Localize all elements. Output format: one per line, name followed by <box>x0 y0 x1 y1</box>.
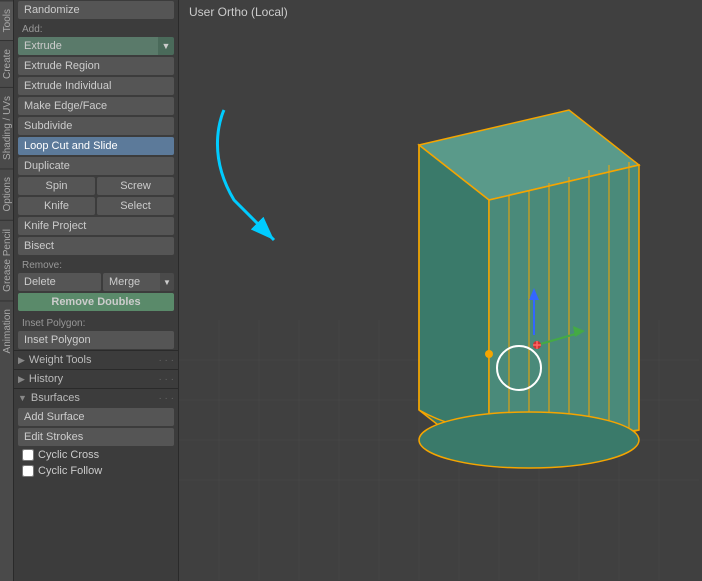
tab-options[interactable]: Options <box>0 168 13 219</box>
history-section[interactable]: ▶ History · · · <box>14 369 178 388</box>
spin-button[interactable]: Spin <box>18 177 95 195</box>
remove-label: Remove: <box>14 256 178 272</box>
extrude-region-button[interactable]: Extrude Region <box>18 57 174 75</box>
extrude-individual-button[interactable]: Extrude Individual <box>18 77 174 95</box>
delete-button[interactable]: Delete <box>18 273 101 291</box>
spin-screw-row: Spin Screw <box>18 177 174 195</box>
bsurfaces-section[interactable]: ▼ Bsurfaces · · · <box>14 388 178 407</box>
viewport-scene <box>179 0 702 581</box>
cyclic-cross-checkbox[interactable] <box>22 449 34 461</box>
viewport[interactable]: User Ortho (Local) <box>179 0 702 581</box>
sidebar-panel: Randomize Add: Extrude ▼ Extrude Region … <box>14 0 179 581</box>
inset-polygon-label: Inset Polygon: <box>14 314 178 330</box>
weight-tools-label: Weight Tools <box>29 354 159 366</box>
cyclic-follow-row: Cyclic Follow <box>14 463 178 479</box>
select-button[interactable]: Select <box>97 197 174 215</box>
make-edge-face-button[interactable]: Make Edge/Face <box>18 97 174 115</box>
extrude-arrow-button[interactable]: ▼ <box>158 37 174 55</box>
weight-tools-section[interactable]: ▶ Weight Tools · · · <box>14 350 178 369</box>
cyclic-follow-checkbox[interactable] <box>22 465 34 477</box>
merge-button[interactable]: Merge <box>103 273 160 291</box>
cyclic-cross-row: Cyclic Cross <box>14 447 178 463</box>
subdivide-button[interactable]: Subdivide <box>18 117 174 135</box>
tab-animation[interactable]: Animation <box>0 300 13 361</box>
delete-merge-row: Delete Merge ▼ <box>18 273 174 291</box>
add-label: Add: <box>14 20 178 36</box>
tab-grease-pencil[interactable]: Grease Pencil <box>0 220 13 300</box>
bsurfaces-dots: · · · <box>158 393 174 404</box>
edit-strokes-button[interactable]: Edit Strokes <box>18 428 174 446</box>
remove-doubles-button[interactable]: Remove Doubles <box>18 293 174 311</box>
merge-btn-wrap: Merge ▼ <box>103 273 174 291</box>
cyclic-cross-label: Cyclic Cross <box>38 449 99 461</box>
inset-section: Inset Polygon: Inset Polygon <box>14 314 178 350</box>
viewport-header: User Ortho (Local) <box>189 5 288 19</box>
bisect-button[interactable]: Bisect <box>18 237 174 255</box>
loop-cut-slide-button[interactable]: Loop Cut and Slide <box>18 137 174 155</box>
knife-project-button[interactable]: Knife Project <box>18 217 174 235</box>
extrude-button[interactable]: Extrude <box>18 37 158 55</box>
history-dots: · · · <box>158 374 174 385</box>
history-arrow-icon: ▶ <box>18 374 25 385</box>
history-label: History <box>29 373 159 385</box>
weight-tools-arrow-icon: ▶ <box>18 355 25 366</box>
cyclic-follow-label: Cyclic Follow <box>38 465 102 477</box>
vertical-tab-strip: Tools Create Shading / UVs Options Greas… <box>0 0 14 581</box>
inset-polygon-button[interactable]: Inset Polygon <box>18 331 174 349</box>
randomize-button[interactable]: Randomize <box>18 1 174 19</box>
tab-shading-uvs[interactable]: Shading / UVs <box>0 87 13 168</box>
extrude-dropdown: Extrude ▼ <box>18 37 174 55</box>
tab-tools[interactable]: Tools <box>0 0 13 40</box>
knife-select-row: Knife Select <box>18 197 174 215</box>
add-surface-button[interactable]: Add Surface <box>18 408 174 426</box>
screw-button[interactable]: Screw <box>97 177 174 195</box>
weight-tools-dots: · · · <box>158 355 174 366</box>
knife-button[interactable]: Knife <box>18 197 95 215</box>
tab-create[interactable]: Create <box>0 40 13 87</box>
duplicate-button[interactable]: Duplicate <box>18 157 174 175</box>
bsurfaces-label: Bsurfaces <box>31 392 159 404</box>
merge-arrow-button[interactable]: ▼ <box>160 273 174 291</box>
bsurfaces-arrow-icon: ▼ <box>18 393 27 403</box>
